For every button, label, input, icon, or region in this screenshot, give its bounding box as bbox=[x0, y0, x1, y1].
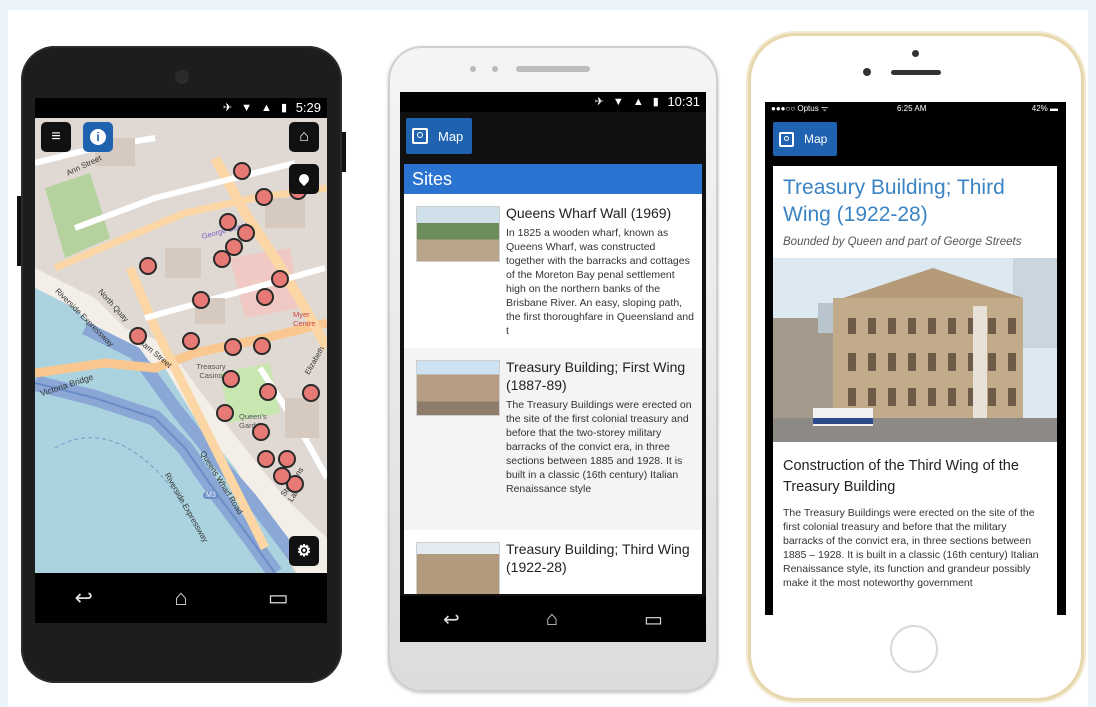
heritage-site-marker[interactable] bbox=[256, 288, 274, 306]
background-band-top bbox=[0, 0, 1096, 10]
map-label-myer-centre: Myer Centre bbox=[293, 310, 316, 328]
home-button[interactable]: ⌂ bbox=[289, 122, 319, 152]
heritage-site-marker[interactable] bbox=[271, 270, 289, 288]
back-icon[interactable]: ↩ bbox=[443, 607, 460, 632]
front-sensor bbox=[863, 68, 871, 76]
site-description: The Treasury Buildings were erected on t… bbox=[506, 399, 692, 495]
home-button[interactable] bbox=[890, 625, 938, 673]
map-screen: ✈ ▼ ▲ ▮ 5:29 Ann Street North Quay Willi… bbox=[35, 98, 327, 623]
detail-screen: ●●●○○ Optus ᯤ 6:25 AM 42% ▬ Map Treasury… bbox=[765, 102, 1066, 615]
settings-button[interactable]: ⚙ bbox=[289, 536, 319, 566]
site-title: Treasury Building; Third Wing (1922-28) bbox=[506, 541, 690, 575]
status-icons: ✈ ▼ ▲ ▮ bbox=[222, 102, 291, 114]
status-bar: ✈ ▼ ▲ ▮ 10:31 bbox=[400, 92, 706, 112]
map-button[interactable]: Map bbox=[773, 122, 837, 156]
site-detail: Treasury Building; Third Wing (1922-28) … bbox=[773, 166, 1057, 615]
detail-title: Treasury Building; Third Wing (1922-28) bbox=[783, 176, 1005, 226]
heritage-site-marker[interactable] bbox=[259, 383, 277, 401]
phone-detail-device: ●●●○○ Optus ᯤ 6:25 AM 42% ▬ Map Treasury… bbox=[751, 36, 1081, 698]
site-item[interactable]: Treasury Building; First Wing (1887-89) … bbox=[404, 348, 702, 530]
home-outline-icon[interactable]: ⌂ bbox=[161, 585, 201, 611]
status-carrier: ●●●○○ Optus ᯤ bbox=[771, 104, 829, 113]
front-sensor bbox=[492, 66, 498, 72]
locate-button[interactable] bbox=[289, 164, 319, 194]
heritage-site-marker[interactable] bbox=[129, 327, 147, 345]
heritage-site-marker[interactable] bbox=[252, 423, 270, 441]
heritage-site-marker[interactable] bbox=[182, 332, 200, 350]
sites-header: Sites bbox=[404, 164, 702, 194]
heritage-site-marker[interactable] bbox=[225, 238, 243, 256]
heritage-site-marker[interactable] bbox=[253, 337, 271, 355]
speaker-grill bbox=[516, 66, 590, 72]
status-time: 6:25 AM bbox=[897, 104, 927, 113]
info-icon: i bbox=[90, 129, 106, 145]
heritage-site-marker[interactable] bbox=[224, 338, 242, 356]
status-time: 10:31 bbox=[667, 94, 700, 109]
heritage-site-marker[interactable] bbox=[302, 384, 320, 402]
site-item[interactable]: Queens Wharf Wall (1969) In 1825 a woode… bbox=[404, 194, 702, 348]
detail-photo bbox=[773, 258, 1057, 442]
home-icon: ⌂ bbox=[299, 128, 309, 145]
status-battery: 42% ▬ bbox=[1031, 104, 1058, 113]
app-toolbar: Map bbox=[400, 112, 706, 162]
heritage-site-marker[interactable] bbox=[139, 257, 157, 275]
site-title: Treasury Building; First Wing (1887-89) bbox=[506, 359, 686, 393]
heritage-site-marker[interactable] bbox=[233, 162, 251, 180]
detail-subtitle: Bounded by Queen and part of George Stre… bbox=[783, 236, 1022, 248]
android-nav-bar: ↩ ⌂ ▭ bbox=[400, 596, 706, 642]
heritage-site-marker[interactable] bbox=[222, 370, 240, 388]
front-camera bbox=[175, 70, 189, 84]
status-icons: ✈ ▼ ▲ ▮ bbox=[594, 96, 662, 108]
map-button-label: Map bbox=[438, 128, 464, 144]
map-button-label: Map bbox=[804, 132, 828, 146]
sites-list: Sites Queens Wharf Wall (1969) In 1825 a… bbox=[404, 164, 702, 594]
android-nav-bar: ↩ ⌂ ▭ bbox=[35, 573, 327, 623]
earpiece bbox=[891, 70, 941, 75]
background-band-right bbox=[1088, 0, 1096, 707]
hamburger-icon: ≡ bbox=[51, 128, 61, 145]
power-button bbox=[342, 132, 346, 172]
site-thumbnail bbox=[416, 206, 500, 262]
home-outline-icon[interactable]: ⌂ bbox=[546, 608, 558, 631]
site-thumbnail bbox=[416, 360, 500, 416]
map-button[interactable]: Map bbox=[406, 118, 472, 154]
status-bar: ●●●○○ Optus ᯤ 6:25 AM 42% ▬ bbox=[765, 102, 1066, 116]
heritage-site-marker[interactable] bbox=[257, 450, 275, 468]
site-description: In 1825 a wooden wharf, known as Queens … bbox=[506, 227, 694, 337]
map-label-m3: M3 bbox=[203, 492, 219, 499]
gear-icon: ⚙ bbox=[296, 543, 312, 560]
volume-button bbox=[17, 196, 21, 266]
detail-heading: Construction of the Third Wing of the Tr… bbox=[783, 458, 1019, 495]
heritage-site-marker[interactable] bbox=[219, 213, 237, 231]
heritage-site-marker[interactable] bbox=[255, 188, 273, 206]
street-map[interactable]: Ann Street North Quay William Street Vic… bbox=[35, 118, 327, 573]
front-camera bbox=[912, 50, 919, 57]
recents-icon[interactable]: ▭ bbox=[644, 607, 663, 632]
status-time: 5:29 bbox=[295, 100, 321, 115]
info-button[interactable]: i bbox=[83, 122, 113, 152]
phone-list-device: ✈ ▼ ▲ ▮ 10:31 Map Sites Queens Wharf Wal… bbox=[388, 46, 718, 692]
map-icon bbox=[779, 131, 794, 147]
background-band-left bbox=[0, 0, 8, 707]
heritage-site-marker[interactable] bbox=[273, 467, 291, 485]
phone-map-device: ✈ ▼ ▲ ▮ 5:29 Ann Street North Quay Willi… bbox=[17, 46, 346, 683]
heritage-site-marker[interactable] bbox=[216, 404, 234, 422]
heritage-site-marker[interactable] bbox=[192, 291, 210, 309]
front-camera bbox=[470, 66, 476, 72]
recents-icon[interactable]: ▭ bbox=[258, 585, 298, 611]
site-item[interactable]: Treasury Building; Third Wing (1922-28) bbox=[404, 530, 702, 594]
location-pin-icon bbox=[296, 171, 312, 187]
treasury-building-image bbox=[773, 258, 1057, 442]
list-screen: ✈ ▼ ▲ ▮ 10:31 Map Sites Queens Wharf Wal… bbox=[400, 92, 706, 642]
back-icon[interactable]: ↩ bbox=[64, 585, 104, 611]
menu-button[interactable]: ≡ bbox=[41, 122, 71, 152]
site-thumbnail bbox=[416, 542, 500, 594]
heritage-site-marker[interactable] bbox=[278, 450, 296, 468]
status-bar: ✈ ▼ ▲ ▮ 5:29 bbox=[35, 98, 327, 118]
map-icon bbox=[412, 128, 428, 144]
detail-body: The Treasury Buildings were erected on t… bbox=[783, 507, 1039, 589]
site-title: Queens Wharf Wall (1969) bbox=[506, 205, 672, 221]
